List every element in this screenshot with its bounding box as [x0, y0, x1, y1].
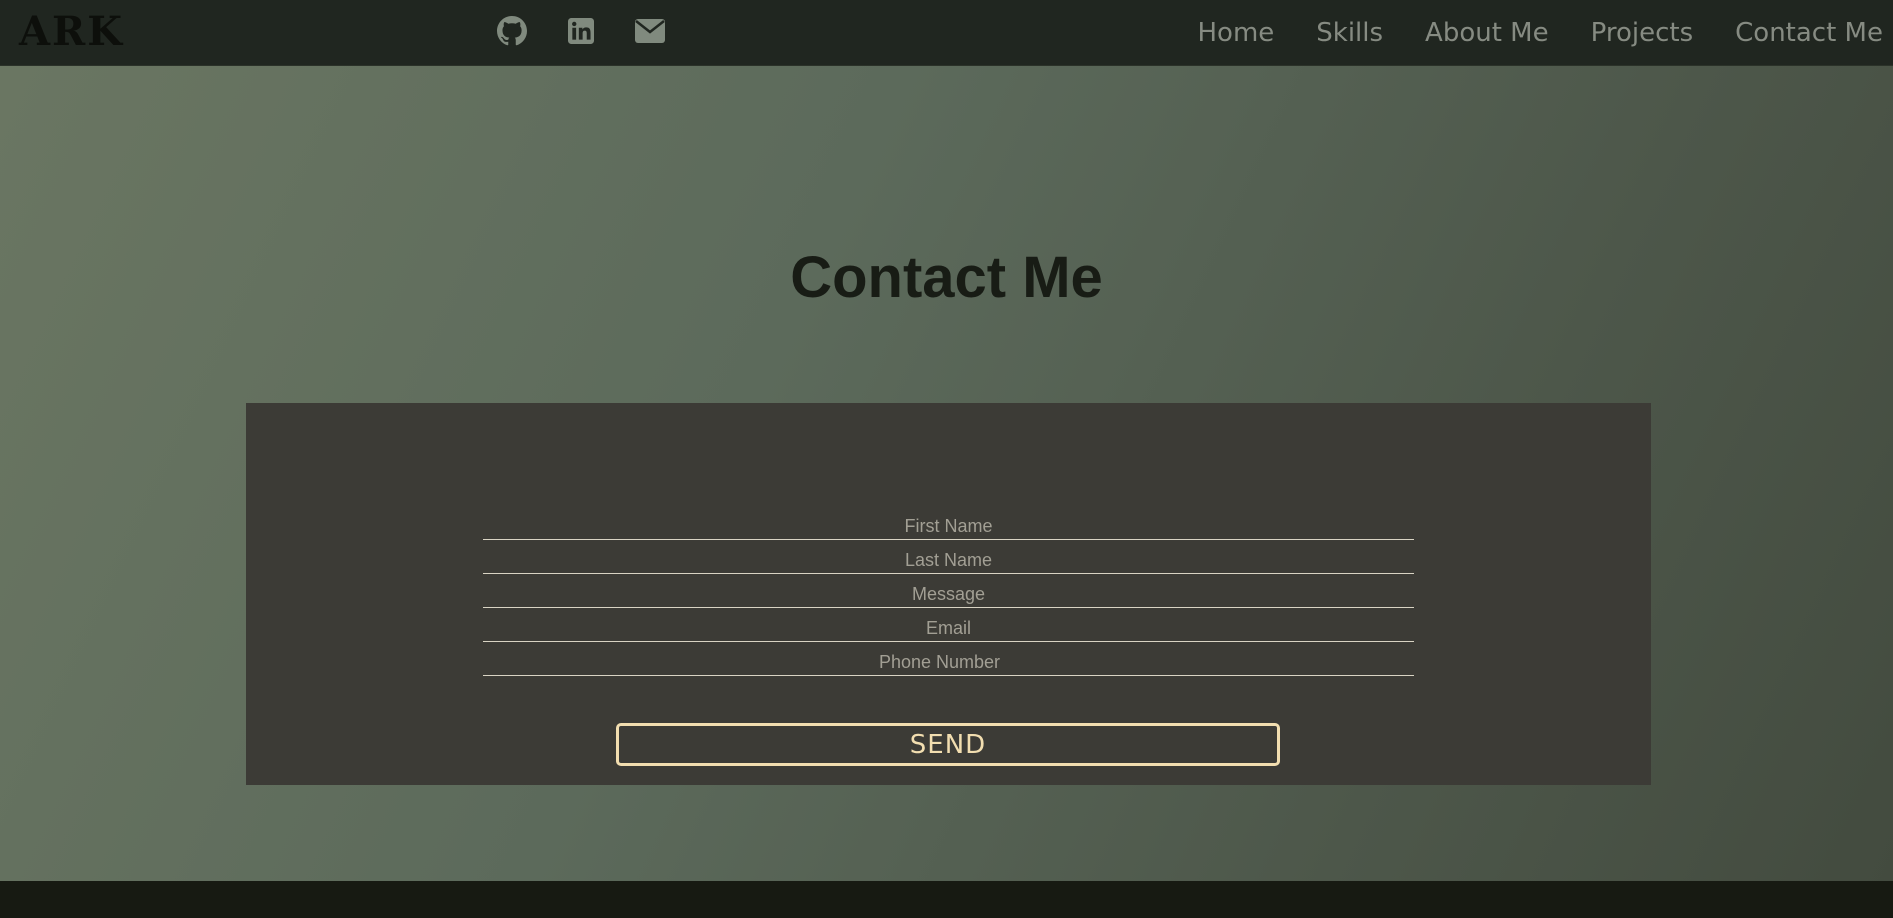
first-name-field[interactable] [483, 507, 1414, 540]
main-nav: Home Skills About Me Projects Contact Me [1155, 0, 1883, 66]
nav-contact-me[interactable]: Contact Me [1735, 18, 1883, 48]
nav-about-me[interactable]: About Me [1425, 18, 1549, 48]
email-field[interactable] [483, 609, 1414, 642]
linkedin-icon[interactable] [566, 16, 596, 46]
nav-projects[interactable]: Projects [1591, 18, 1694, 48]
site-logo[interactable]: ARK [19, 10, 124, 54]
send-button[interactable]: SEND [616, 723, 1280, 766]
github-icon[interactable] [497, 16, 527, 46]
contact-form: SEND [246, 403, 1651, 785]
page-title: Contact Me [790, 245, 1103, 310]
nav-home[interactable]: Home [1197, 18, 1274, 48]
last-name-field[interactable] [483, 541, 1414, 574]
contact-section: Contact Me SEND [0, 66, 1893, 881]
footer [0, 881, 1893, 918]
envelope-icon[interactable] [635, 16, 665, 46]
message-field[interactable] [483, 575, 1414, 608]
navbar: ARK Home Skills About Me Projects Contac… [0, 0, 1893, 66]
nav-skills[interactable]: Skills [1316, 18, 1383, 48]
phone-number-field[interactable] [483, 643, 1414, 676]
